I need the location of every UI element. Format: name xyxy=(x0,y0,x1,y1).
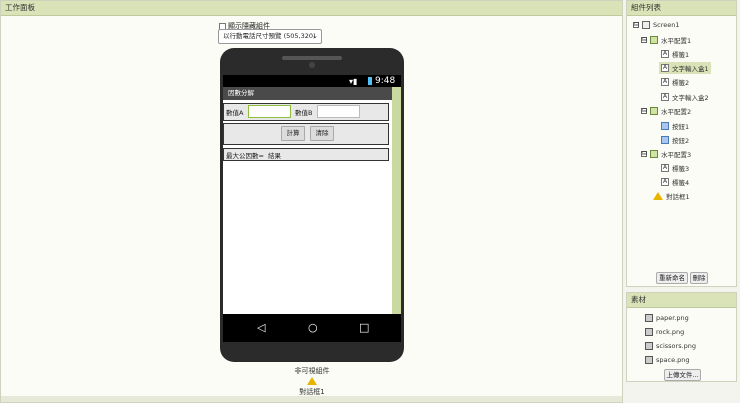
components-panel: 組件列表 ⊟ Screen1 ⊟ 水平配置1 A 標籤1 A 文字輸入盒1 A … xyxy=(626,0,737,287)
preview-size-value: 以行動電話尺寸預覽 (505,320) xyxy=(223,32,316,40)
tree-item-label: 水平配置3 xyxy=(661,151,692,159)
button-icon xyxy=(661,122,669,130)
gcd-label: 最大公因數= xyxy=(226,152,264,160)
back-icon: ◁ xyxy=(257,321,266,334)
media-file-item[interactable]: scissors.png xyxy=(645,342,696,350)
components-title: 組件列表 xyxy=(627,1,736,16)
warning-icon[interactable] xyxy=(307,377,317,385)
media-file-label: scissors.png xyxy=(656,342,697,350)
tree-item-label: 文字輸入盒1 xyxy=(672,65,709,73)
viewer-title: 工作面板 xyxy=(1,1,622,16)
result-label: 結果 xyxy=(268,152,281,160)
tree-item-label: 按鈕2 xyxy=(672,137,690,145)
screen-scrollbar[interactable] xyxy=(392,87,401,314)
collapse-toggle-icon[interactable]: ⊟ xyxy=(641,108,647,114)
tree-item-label3[interactable]: A 標籤3 xyxy=(661,163,689,173)
tree-item-label: 按鈕1 xyxy=(672,123,690,131)
wifi-signal-icon: ▾▮ xyxy=(349,77,358,86)
label-icon: A xyxy=(661,50,669,58)
textbox-icon: A xyxy=(661,64,669,72)
tree-item-harr2[interactable]: ⊟ 水平配置2 xyxy=(641,106,691,116)
tree-item-label: Screen1 xyxy=(653,21,680,29)
rename-button[interactable]: 重新命名 xyxy=(656,272,688,284)
media-title: 素材 xyxy=(627,293,736,308)
label-icon: A xyxy=(661,178,669,186)
tree-item-label1[interactable]: A 標籤1 xyxy=(661,49,689,59)
collapse-toggle-icon[interactable]: ⊟ xyxy=(641,151,647,157)
image-file-icon xyxy=(645,342,653,350)
screen-title: 因數分解 xyxy=(223,87,392,100)
screen-icon xyxy=(642,21,650,29)
home-icon: ○ xyxy=(308,321,318,334)
tree-item-harr1[interactable]: ⊟ 水平配置1 xyxy=(641,35,691,45)
tree-item-label: 標籤4 xyxy=(672,179,690,187)
image-file-icon xyxy=(645,314,653,322)
tree-item-screen1[interactable]: ⊟ Screen1 xyxy=(633,21,679,29)
preview-size-select[interactable]: 以行動電話尺寸預覽 (505,320) ⌄ xyxy=(218,29,322,44)
media-file-item[interactable]: rock.png xyxy=(645,328,684,336)
media-file-item[interactable]: paper.png xyxy=(645,314,689,322)
collapse-toggle-icon[interactable]: ⊟ xyxy=(633,22,639,28)
media-file-item[interactable]: space.png xyxy=(645,356,690,364)
delete-button[interactable]: 刪除 xyxy=(690,272,708,284)
tree-item-label: 標籤1 xyxy=(672,51,690,59)
label-icon: A xyxy=(661,78,669,86)
viewer-bottom-bar xyxy=(1,396,622,402)
phone-camera xyxy=(309,62,315,68)
tree-item-harr3[interactable]: ⊟ 水平配置3 xyxy=(641,149,691,159)
button-icon xyxy=(661,136,669,144)
recent-apps-icon: □ xyxy=(359,321,370,334)
image-file-icon xyxy=(645,328,653,336)
textbox-b[interactable] xyxy=(317,105,360,118)
horizontal-arrangement-3[interactable]: 最大公因數= 結果 xyxy=(223,148,389,161)
media-file-label: space.png xyxy=(656,356,690,364)
horizontal-arrangement-2[interactable]: 計算 清除 xyxy=(223,123,389,145)
media-file-label: paper.png xyxy=(656,314,689,322)
tree-item-label: 標籤2 xyxy=(672,79,690,87)
tree-item-textbox1[interactable]: A 文字輸入盒1 xyxy=(659,62,711,74)
nav-bar: ◁ ○ □ xyxy=(223,314,401,342)
viewer-panel: 工作面板 顯示隱藏組件 以行動電話尺寸預覽 (505,320) ⌄ ▾▮ 9:4… xyxy=(0,0,623,403)
horizontal-arrangement-icon xyxy=(650,107,658,115)
tree-item-label: 對話框1 xyxy=(666,193,690,201)
phone-mockup: ▾▮ 9:48 因數分解 數值A 數值B 計算 清除 最大公因數= 結果 ◁ ○… xyxy=(220,48,404,362)
warning-icon xyxy=(653,192,663,200)
upload-file-button[interactable]: 上傳文件... xyxy=(664,369,701,381)
clear-button[interactable]: 清除 xyxy=(310,126,334,141)
nonvisible-warning-icon-wrap xyxy=(242,377,382,387)
media-panel: 素材 paper.png rock.png scissors.png space… xyxy=(626,292,737,382)
label-icon: A xyxy=(661,164,669,172)
tree-item-button2[interactable]: 按鈕2 xyxy=(661,135,689,145)
textbox-icon: A xyxy=(661,93,669,101)
label-b: 數值B xyxy=(295,109,313,117)
media-file-label: rock.png xyxy=(656,328,685,336)
calculate-button[interactable]: 計算 xyxy=(281,126,305,141)
nonvisible-components-title: 非可視組件 xyxy=(294,367,330,375)
tree-item-notifier1[interactable]: 對話框1 xyxy=(653,191,690,201)
label-a: 數值A xyxy=(226,109,244,117)
battery-icon xyxy=(368,77,372,85)
tree-item-label: 水平配置2 xyxy=(661,108,692,116)
tree-item-label: 文字輸入盒2 xyxy=(672,94,709,102)
horizontal-arrangement-1[interactable]: 數值A 數值B xyxy=(223,103,389,121)
image-file-icon xyxy=(645,356,653,364)
textbox-a[interactable] xyxy=(248,105,291,118)
horizontal-arrangement-icon xyxy=(650,36,658,44)
collapse-toggle-icon[interactable]: ⊟ xyxy=(641,37,647,43)
chevron-down-icon: ⌄ xyxy=(312,32,318,40)
tree-item-textbox2[interactable]: A 文字輸入盒2 xyxy=(661,92,709,102)
phone-speaker xyxy=(282,56,342,60)
tree-item-label: 水平配置1 xyxy=(661,37,692,45)
tree-item-button1[interactable]: 按鈕1 xyxy=(661,121,689,131)
tree-item-label4[interactable]: A 標籤4 xyxy=(661,177,689,187)
tree-item-label: 標籤3 xyxy=(672,165,690,173)
status-time: 9:48 xyxy=(375,76,396,86)
app-screen[interactable]: 因數分解 數值A 數值B 計算 清除 最大公因數= 結果 xyxy=(223,87,401,314)
horizontal-arrangement-icon xyxy=(650,150,658,158)
tree-item-label2[interactable]: A 標籤2 xyxy=(661,77,689,87)
status-bar: ▾▮ 9:48 xyxy=(223,75,401,87)
